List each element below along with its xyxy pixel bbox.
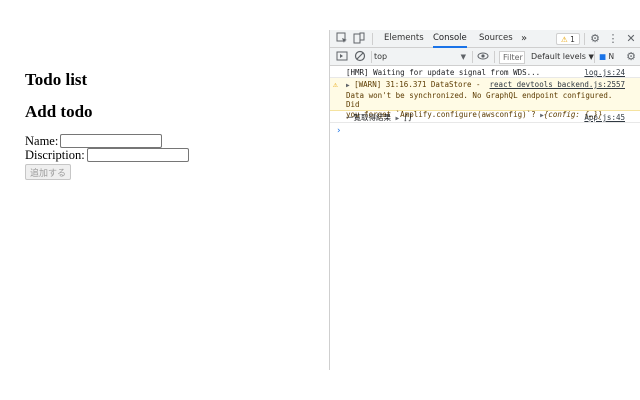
section-heading-add-todo: Add todo (25, 102, 93, 121)
log-levels-dropdown[interactable]: Default levels ▼ (531, 51, 594, 63)
warning-icon: ⚠ (561, 35, 568, 44)
console-message: 一覧取得結果 ▶ [] App.js:45 (330, 111, 640, 123)
settings-gear-icon[interactable]: ⚙ (588, 32, 602, 46)
console-prompt[interactable]: › (336, 126, 341, 136)
message-text: 一覧取得結果 (346, 113, 391, 122)
chevron-down-icon: ▼ (460, 53, 466, 61)
log-levels-label: Default levels (531, 52, 586, 61)
divider (371, 51, 372, 63)
divider (472, 51, 473, 63)
context-select[interactable]: top ▼ (374, 51, 468, 63)
inspect-element-icon[interactable] (335, 32, 349, 46)
issues-button[interactable]: ■ N (599, 51, 619, 63)
description-input[interactable] (86, 148, 189, 162)
array-object[interactable]: [] (404, 113, 413, 122)
message-source-link[interactable]: App.js:45 (584, 113, 625, 123)
more-tabs-button[interactable]: » (521, 30, 527, 48)
console-messages: [HMR] Waiting for update signal from WDS… (330, 66, 640, 123)
add-todo-button[interactable]: 追加する (25, 164, 72, 180)
warning-icon: ⚠ (333, 80, 338, 89)
live-expression-eye-icon[interactable] (476, 50, 490, 64)
divider (372, 33, 373, 45)
kebab-menu-icon[interactable]: ⋮ (606, 32, 620, 46)
message-text: [HMR] Waiting for update signal from WDS… (346, 68, 541, 77)
devtools-tabbar: Elements Console Sources » ⚠ 1 ⚙ ⋮ ✕ (330, 30, 640, 48)
divider (594, 51, 595, 63)
description-row: Discription: (25, 147, 189, 163)
filter-input[interactable]: Filter (499, 51, 525, 64)
console-message: [HMR] Waiting for update signal from WDS… (330, 66, 640, 78)
expand-triangle-icon[interactable]: ▶ (396, 115, 400, 122)
devtools-panel: Elements Console Sources » ⚠ 1 ⚙ ⋮ ✕ top… (329, 30, 640, 370)
message-source-link[interactable]: react_devtools_backend.js:2557 (490, 80, 625, 90)
warning-header-text: [WARN] 31:16.371 DataStore - (354, 80, 481, 89)
app-pane: Todo list Add todo Name: Discription: 追加… (0, 0, 329, 400)
warning-count: 1 (570, 35, 575, 44)
close-icon[interactable]: ✕ (624, 32, 638, 46)
clear-console-icon[interactable] (353, 50, 367, 64)
tab-elements[interactable]: Elements (384, 30, 424, 48)
console-settings-gear-icon[interactable]: ⚙ (624, 50, 638, 64)
divider (584, 33, 585, 45)
device-toolbar-icon[interactable] (352, 32, 366, 46)
context-value: top (374, 52, 388, 61)
console-warning-message: ⚠ ▶ [WARN] 31:16.371 DataStore - Data wo… (330, 78, 640, 119)
issues-label: N (608, 52, 615, 61)
description-label: Discription: (25, 147, 85, 162)
tab-console[interactable]: Console (433, 30, 467, 48)
expand-triangle-icon[interactable]: ▶ (346, 82, 350, 89)
console-toolbar: top ▼ Filter Default levels ▼ ■ N ⚙ (330, 48, 640, 66)
tab-sources[interactable]: Sources (479, 30, 513, 48)
warnings-badge[interactable]: ⚠ 1 (556, 33, 580, 45)
name-input[interactable] (60, 134, 163, 148)
message-source-link[interactable]: log.js:24 (584, 68, 625, 78)
chat-bubble-icon: ■ (599, 52, 607, 61)
sidebar-toggle-icon[interactable] (335, 50, 349, 64)
page-title: Todo list (25, 70, 88, 89)
divider (494, 51, 495, 63)
warning-line-2: Data won't be synchronized. No GraphQL e… (346, 90, 613, 110)
